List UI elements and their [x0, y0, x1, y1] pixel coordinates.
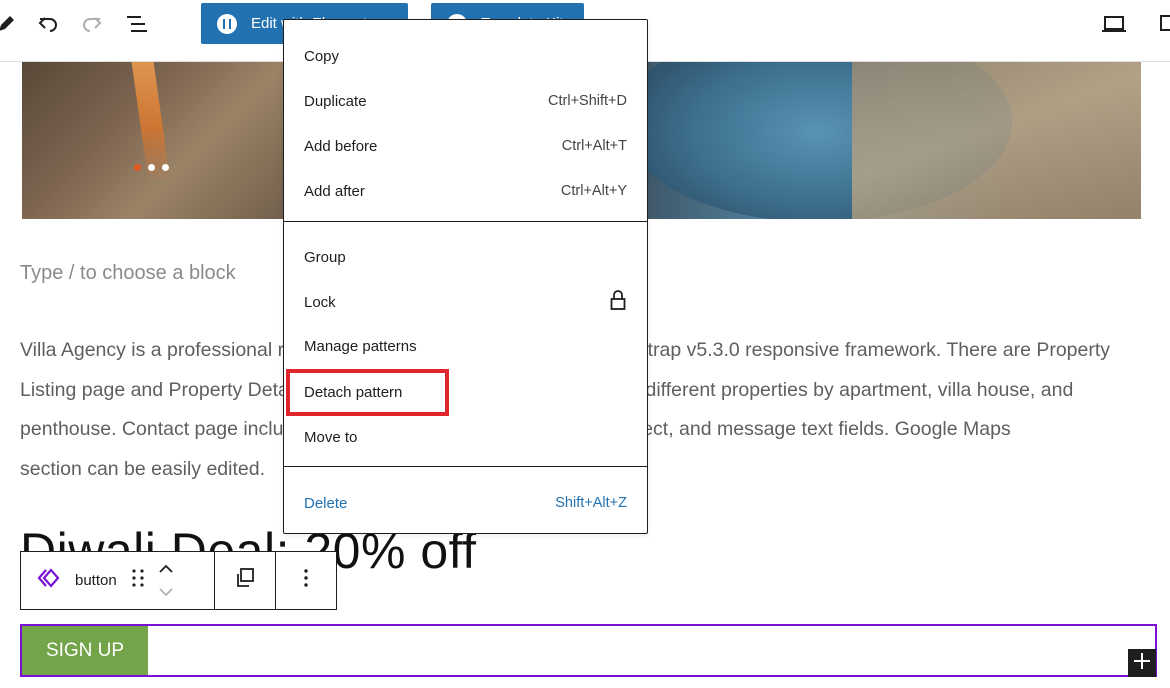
menu-item-add-after[interactable]: Add after Ctrl+Alt+Y [304, 176, 627, 206]
more-vertical-icon [303, 568, 309, 593]
signup-button[interactable]: SIGN UP [22, 626, 148, 675]
menu-item-lock[interactable]: Lock [304, 287, 627, 317]
duplicate-block-button[interactable] [215, 552, 276, 609]
slider-dot[interactable] [162, 164, 169, 171]
list-view-icon[interactable] [124, 10, 152, 38]
add-block-button[interactable] [1128, 649, 1156, 677]
menu-item-shortcut: Ctrl+Alt+Y [560, 183, 627, 199]
undo-icon[interactable] [34, 10, 62, 38]
lock-icon [609, 289, 627, 315]
pattern-diamond-icon [37, 567, 65, 594]
slider-dot[interactable] [148, 164, 155, 171]
block-type-label: button [75, 572, 117, 589]
menu-item-label: Copy [304, 47, 340, 65]
block-options-menu: Copy Duplicate Ctrl+Shift+D Add before C… [283, 19, 648, 534]
menu-item-add-before[interactable]: Add before Ctrl+Alt+T [304, 131, 627, 161]
menu-item-group[interactable]: Group [304, 242, 627, 272]
menu-divider [284, 466, 647, 467]
block-placeholder[interactable]: Type / to choose a block [20, 262, 236, 285]
copy-icon [234, 567, 256, 594]
menu-item-label: Delete [304, 494, 348, 512]
block-toolbar: button [20, 551, 337, 610]
menu-item-shortcut: Shift+Alt+Z [555, 495, 627, 511]
move-down-icon[interactable] [159, 584, 173, 602]
plus-icon [1133, 652, 1151, 675]
move-up-icon[interactable] [159, 560, 173, 578]
menu-item-label: Duplicate [304, 92, 367, 110]
menu-item-label: Add before [304, 137, 378, 155]
menu-item-label: Move to [304, 428, 358, 446]
menu-item-label: Add after [304, 182, 365, 200]
detach-pattern-highlight-box [286, 369, 449, 416]
block-options-button[interactable] [276, 552, 336, 609]
menu-divider [284, 221, 647, 222]
drag-handle-icon[interactable] [131, 568, 145, 593]
buttons-block-selected[interactable]: SIGN UP [20, 624, 1157, 677]
menu-item-shortcut: Ctrl+Alt+T [561, 138, 627, 154]
block-switcher[interactable]: button [21, 552, 215, 609]
menu-item-label: Lock [304, 293, 336, 311]
menu-item-move-to[interactable]: Move to [304, 422, 627, 452]
redo-icon[interactable] [78, 10, 106, 38]
view-page-icon[interactable] [1152, 10, 1170, 38]
menu-item-copy[interactable]: Copy [304, 41, 627, 71]
menu-item-shortcut: Ctrl+Shift+D [548, 93, 627, 109]
menu-item-duplicate[interactable]: Duplicate Ctrl+Shift+D [304, 86, 627, 116]
slider-dot[interactable] [134, 164, 141, 171]
slider-dots [134, 164, 169, 171]
desktop-preview-icon[interactable] [1100, 10, 1128, 38]
pencil-edit-icon[interactable] [0, 10, 20, 38]
menu-item-label: Group [304, 248, 346, 266]
menu-item-delete[interactable]: Delete Shift+Alt+Z [304, 488, 627, 518]
pool-deck-image [852, 62, 1141, 219]
menu-item-manage-patterns[interactable]: Manage patterns [304, 331, 627, 361]
elementor-icon [217, 13, 237, 34]
menu-item-label: Manage patterns [304, 337, 417, 355]
